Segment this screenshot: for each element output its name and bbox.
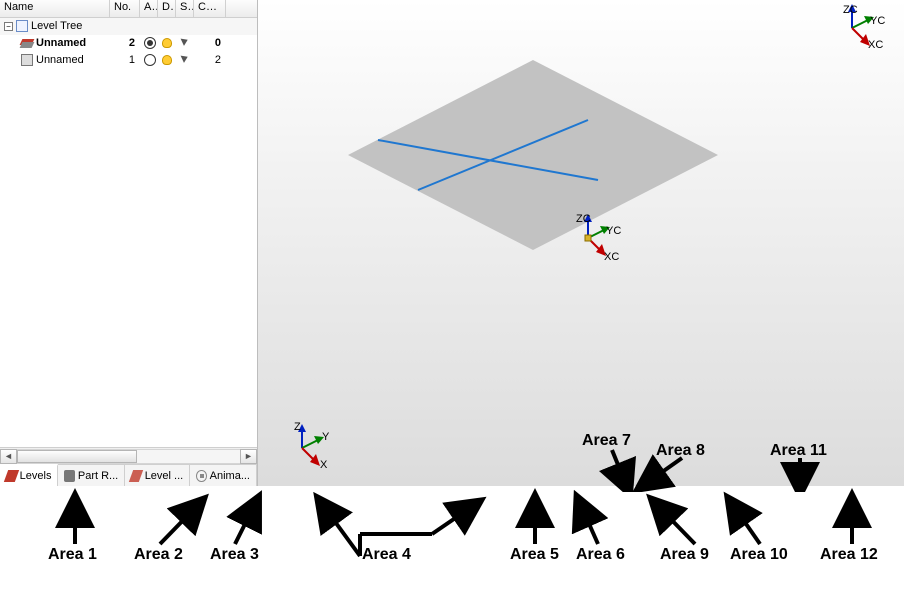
annotation-label: Area 12 <box>820 546 878 564</box>
level-count: 2 <box>194 54 226 66</box>
annotation-label: Area 9 <box>660 546 709 564</box>
horizontal-scrollbar[interactable]: ◄ ► <box>0 447 257 464</box>
col-header-select[interactable]: S.. <box>176 0 194 17</box>
status-a[interactable]: A=2 <box>150 488 200 504</box>
resize-grip-icon[interactable] <box>890 489 904 503</box>
scroll-right-button[interactable]: ► <box>240 449 257 464</box>
level-number: 1 <box>110 54 140 66</box>
col-header-active[interactable]: A.. <box>140 0 158 17</box>
annotation-label: Area 1 <box>48 546 97 564</box>
tab-part-references[interactable]: Part R... <box>58 465 125 486</box>
status-cp[interactable]: CP=1 <box>476 488 518 504</box>
scroll-thumb[interactable] <box>17 450 137 463</box>
col-header-name[interactable]: Name <box>0 0 110 17</box>
col-header-display[interactable]: D.. <box>158 0 176 17</box>
level-count: 0 <box>194 37 226 49</box>
tab-level-references[interactable]: Level ... <box>125 465 190 486</box>
level-tree-panel: Name No. A.. D.. S.. Co... − Level Tree <box>0 0 258 486</box>
status-cpl[interactable]: CPL <box>584 488 614 504</box>
svg-text:ZC: ZC <box>843 4 858 16</box>
table-row[interactable]: Unnamed 1 2 <box>0 52 257 69</box>
svg-text:YC: YC <box>870 15 885 27</box>
status-xc[interactable]: XC=16.4305 <box>260 488 336 504</box>
tree-header: Name No. A.. D.. S.. Co... <box>0 0 257 18</box>
levels-icon <box>4 470 19 482</box>
col-header-count[interactable]: Co... <box>194 0 226 17</box>
svg-text:YC: YC <box>606 225 621 237</box>
3d-viewport[interactable]: ZC YC XC ZC YC XC <box>258 0 904 486</box>
level-icon <box>21 54 33 66</box>
cursor-icon[interactable] <box>180 37 192 49</box>
status-d[interactable]: D=0.0000 <box>654 488 712 504</box>
level-number: 2 <box>110 37 140 49</box>
status-yc[interactable]: YC=-2.3088 <box>336 488 408 504</box>
status-display-view[interactable]: Set Display View <box>18 488 150 504</box>
status-indicator[interactable] <box>2 489 16 503</box>
svg-text:X: X <box>320 459 328 471</box>
level-name: Unnamed <box>36 37 86 49</box>
level-name: Unnamed <box>36 54 84 66</box>
status-snap[interactable]: Pos Snap <box>712 488 768 504</box>
tree-root-label: Level Tree <box>31 20 82 32</box>
panel-tabs: Levels Part R... Level ... Anima... <box>0 464 257 486</box>
annotation-label: Area 6 <box>576 546 625 564</box>
level-icon <box>129 470 144 482</box>
svg-text:Z: Z <box>294 421 301 433</box>
gear-icon <box>196 470 206 482</box>
bulb-icon[interactable] <box>162 38 172 48</box>
col-header-no[interactable]: No. <box>110 0 140 17</box>
annotation-label: Area 4 <box>362 546 411 564</box>
scroll-track[interactable] <box>17 449 240 464</box>
annotation-label: Area 3 <box>210 546 259 564</box>
tree-icon <box>16 20 28 32</box>
annotation-label: Area 2 <box>134 546 183 564</box>
annotation-label: Area 5 <box>510 546 559 564</box>
status-zc[interactable]: ZC=0.0000 <box>408 488 476 504</box>
status-bar: Set Display View A=2 S=0.3001 XC=16.4305… <box>0 486 904 504</box>
tree-root-row[interactable]: − Level Tree <box>0 18 257 35</box>
radio-on-icon[interactable] <box>144 37 156 49</box>
status-rec[interactable]: REC <box>768 488 798 504</box>
bulb-icon[interactable] <box>162 55 172 65</box>
svg-text:XC: XC <box>868 39 883 51</box>
status-dv[interactable]: DV=7 <box>518 488 560 504</box>
ground-plane <box>348 60 718 250</box>
annotation-label: Area 10 <box>730 546 788 564</box>
csys-gizmo-center: ZC YC XC <box>568 210 620 265</box>
collapse-icon[interactable]: − <box>4 22 13 31</box>
status-zfree[interactable]: Z Free <box>614 488 654 504</box>
csys-gizmo-top-right: ZC YC XC <box>834 4 882 53</box>
radio-off-icon[interactable] <box>144 54 156 66</box>
svg-text:Y: Y <box>322 431 330 443</box>
status-in[interactable]: IN <box>560 488 584 504</box>
level-icon <box>21 37 33 49</box>
svg-text:ZC: ZC <box>576 213 591 225</box>
origin-gizmo: Z Y X <box>282 420 332 473</box>
part-icon <box>64 470 74 482</box>
cursor-icon[interactable] <box>180 54 192 66</box>
tab-animation[interactable]: Anima... <box>190 465 257 486</box>
table-row[interactable]: Unnamed 2 0 <box>0 35 257 52</box>
status-s[interactable]: S=0.3001 <box>200 488 260 504</box>
scroll-left-button[interactable]: ◄ <box>0 449 17 464</box>
tab-levels[interactable]: Levels <box>0 464 58 486</box>
svg-text:XC: XC <box>604 251 619 263</box>
